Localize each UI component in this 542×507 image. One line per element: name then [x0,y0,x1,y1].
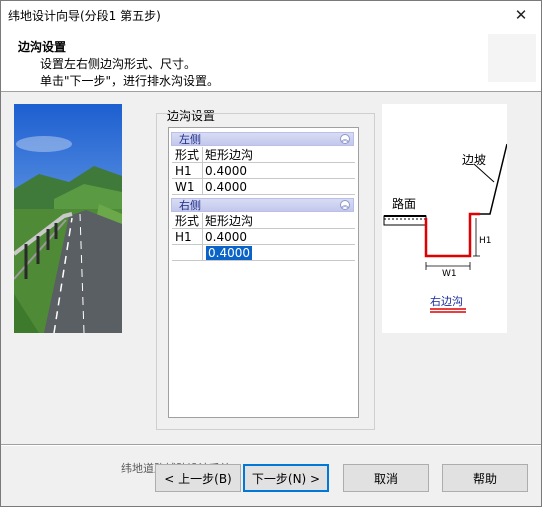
prev-button[interactable]: < 上一步(B) [155,464,241,492]
header-icon [488,34,536,82]
highway-image [14,104,122,333]
property-value-selected[interactable]: 0.4000 [206,246,252,260]
close-icon: ✕ [514,6,528,24]
wizard-window: 纬地设计向导(分段1 第五步) ✕ 边沟设置 设置左右侧边沟形式、尺寸。 单击"… [0,0,542,507]
property-grid: 左侧 ︽ 形式 矩形边沟 H1 0.4000 W1 0.4000 右侧 ︽ 形式… [168,127,359,418]
close-button[interactable]: ✕ [501,1,541,29]
collapse-icon[interactable]: ︽ [340,134,350,144]
step-title: 边沟设置 [18,40,67,54]
road-surface [383,215,427,226]
left-section-header[interactable]: 左侧 ︽ [171,132,354,146]
property-value[interactable]: 0.4000 [205,230,247,244]
diagram-caption: 右边沟 [430,294,463,308]
property-name: H1 [175,230,192,244]
ditch-outline [424,212,480,258]
slope-label: 边坡 [462,153,486,167]
collapse-icon[interactable]: ︽ [340,200,350,210]
right-row-w1[interactable]: 0.4000 [172,245,355,261]
property-name: 形式 [175,214,200,228]
left-section-label: 左侧 [179,133,201,146]
left-row-h1[interactable]: H1 0.4000 [172,163,355,179]
right-row-type[interactable]: 形式 矩形边沟 [172,213,355,229]
cancel-button[interactable]: 取消 [343,464,429,492]
w1-label: W1 [442,269,457,279]
right-row-h1[interactable]: H1 0.4000 [172,229,355,245]
step-description: 设置左右侧边沟形式、尺寸。 [40,57,197,71]
wizard-header: 边沟设置 设置左右侧边沟形式、尺寸。 单击"下一步"，进行排水沟设置。 [1,29,541,92]
property-value[interactable]: 矩形边沟 [205,214,253,228]
help-button[interactable]: 帮助 [442,464,528,492]
property-name: W1 [175,180,195,194]
property-value[interactable]: 0.4000 [205,164,247,178]
property-value[interactable]: 0.4000 [205,180,247,194]
h1-label: H1 [479,236,492,246]
next-button[interactable]: 下一步(N) > [243,464,329,492]
road-label: 路面 [392,196,416,211]
window-title: 纬地设计向导(分段1 第五步) [8,9,161,23]
left-row-w1[interactable]: W1 0.4000 [172,179,355,195]
property-name: 形式 [175,148,200,162]
right-section-header[interactable]: 右侧 ︽ [171,198,354,212]
left-row-type[interactable]: 形式 矩形边沟 [172,147,355,163]
step-instruction: 单击"下一步"，进行排水沟设置。 [40,74,220,88]
title-bar: 纬地设计向导(分段1 第五步) ✕ [1,1,541,29]
ditch-diagram: 边坡 路面 H1 W1 右边沟 [382,104,508,333]
right-section-label: 右侧 [179,199,201,212]
property-name: H1 [175,164,192,178]
property-value[interactable]: 矩形边沟 [205,148,253,162]
